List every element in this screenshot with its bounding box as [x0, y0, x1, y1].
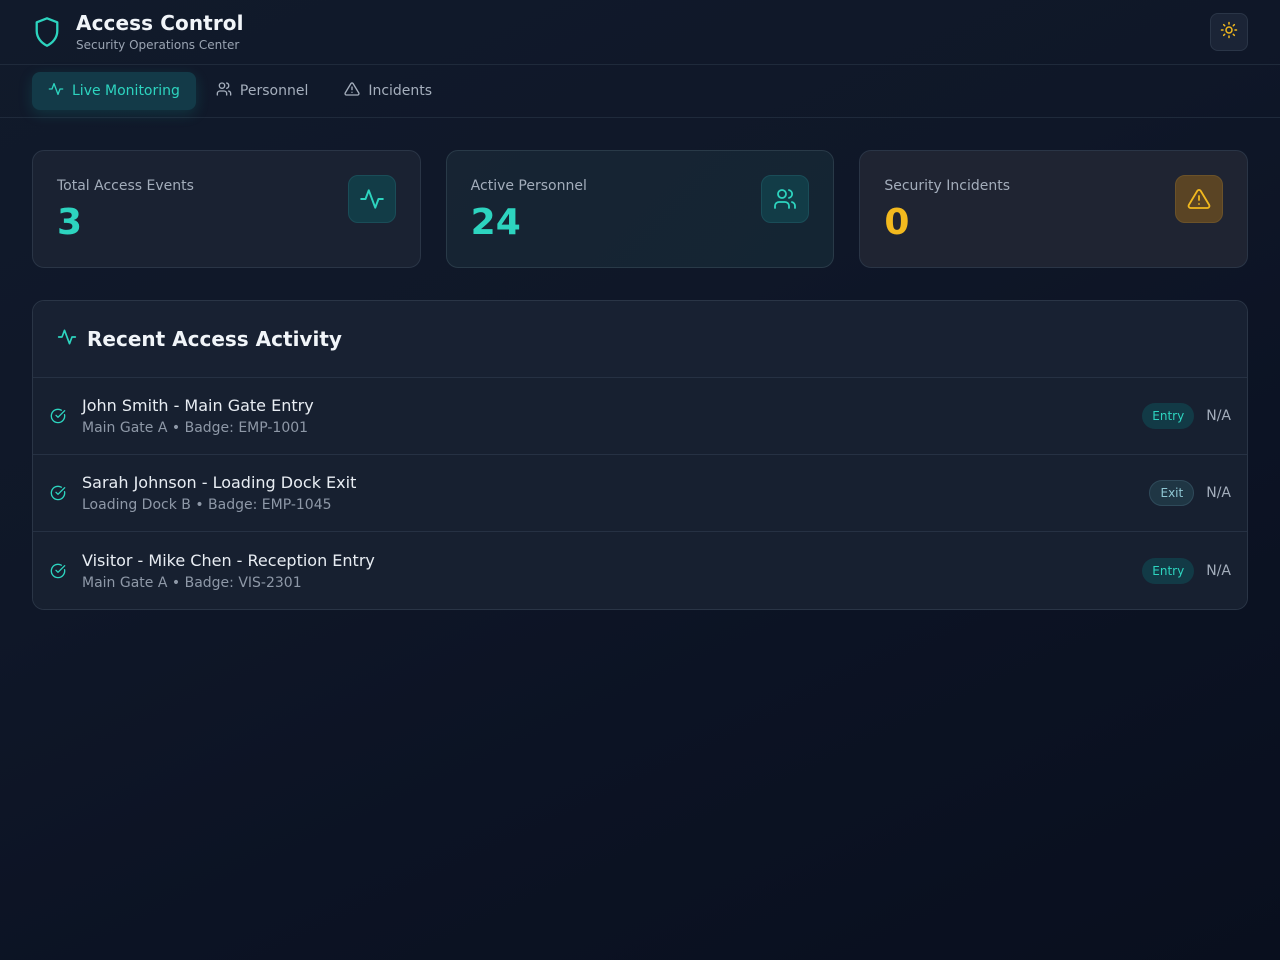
tab-incidents[interactable]: Incidents — [328, 72, 448, 110]
activity-detail: Main Gate A • Badge: VIS-2301 — [82, 574, 302, 591]
activity-title: Sarah Johnson - Loading Dock Exit — [82, 473, 357, 492]
stat-label: Total Access Events — [57, 178, 194, 194]
recent-activity-panel: Recent Access Activity John Smith - Main… — [32, 300, 1248, 610]
activity-icon — [57, 327, 77, 351]
app-header: Access Control Security Operations Cente… — [0, 0, 1280, 65]
app-subtitle: Security Operations Center — [76, 38, 240, 52]
check-circle-icon — [49, 563, 67, 579]
check-circle-icon — [49, 485, 67, 501]
access-type-badge: Entry — [1142, 403, 1195, 429]
panel-header: Recent Access Activity — [33, 301, 1247, 378]
panel-title: Recent Access Activity — [87, 327, 342, 351]
access-type-badge: Exit — [1149, 480, 1195, 506]
alert-triangle-icon — [344, 81, 360, 101]
tab-label: Personnel — [239, 83, 309, 99]
app-title: Access Control — [76, 11, 244, 35]
stats-section: Total Access Events 3 Active Personnel 2… — [0, 118, 1280, 268]
activity-row[interactable]: Visitor - Mike Chen - Reception Entry Ma… — [33, 532, 1247, 609]
stat-value: 0 — [884, 202, 910, 243]
tab-label: Live Monitoring — [72, 83, 180, 99]
stat-value: 24 — [470, 202, 521, 243]
main-nav: Live Monitoring Personnel Incidents — [0, 65, 1280, 118]
activity-row[interactable]: John Smith - Main Gate Entry Main Gate A… — [33, 378, 1247, 455]
tab-live-monitoring[interactable]: Live Monitoring — [32, 72, 196, 110]
activity-detail: Main Gate A • Badge: EMP-1001 — [82, 420, 309, 436]
theme-toggle-button[interactable] — [1210, 13, 1248, 51]
activity-icon — [347, 175, 396, 223]
activity-title: Visitor - Mike Chen - Reception Entry — [82, 550, 375, 570]
activity-detail: Loading Dock B • Badge: EMP-1045 — [82, 497, 332, 513]
stat-card-active-personnel: Active Personnel 24 — [445, 150, 835, 268]
activity-time: N/A — [1206, 485, 1231, 501]
access-type-badge: Entry — [1142, 557, 1195, 584]
check-circle-icon — [49, 408, 67, 424]
tab-personnel[interactable]: Personnel — [200, 72, 324, 110]
tab-label: Incidents — [368, 83, 433, 99]
shield-icon — [32, 15, 62, 49]
activity-title: John Smith - Main Gate Entry — [82, 396, 314, 415]
alert-triangle-icon — [1175, 175, 1224, 223]
stat-card-security-incidents: Security Incidents 0 — [859, 150, 1249, 268]
sun-icon — [1220, 21, 1238, 43]
brand: Access Control Security Operations Cente… — [32, 11, 244, 53]
stat-label: Security Incidents — [884, 178, 1011, 194]
activity-icon — [48, 81, 64, 101]
activity-time: N/A — [1206, 562, 1231, 579]
stat-label: Active Personnel — [470, 178, 587, 194]
users-icon — [761, 175, 810, 223]
users-icon — [216, 81, 232, 101]
activity-row[interactable]: Sarah Johnson - Loading Dock Exit Loadin… — [33, 455, 1247, 532]
stat-value: 3 — [57, 202, 83, 243]
stat-card-total-access-events: Total Access Events 3 — [32, 150, 421, 268]
activity-time: N/A — [1206, 408, 1231, 424]
